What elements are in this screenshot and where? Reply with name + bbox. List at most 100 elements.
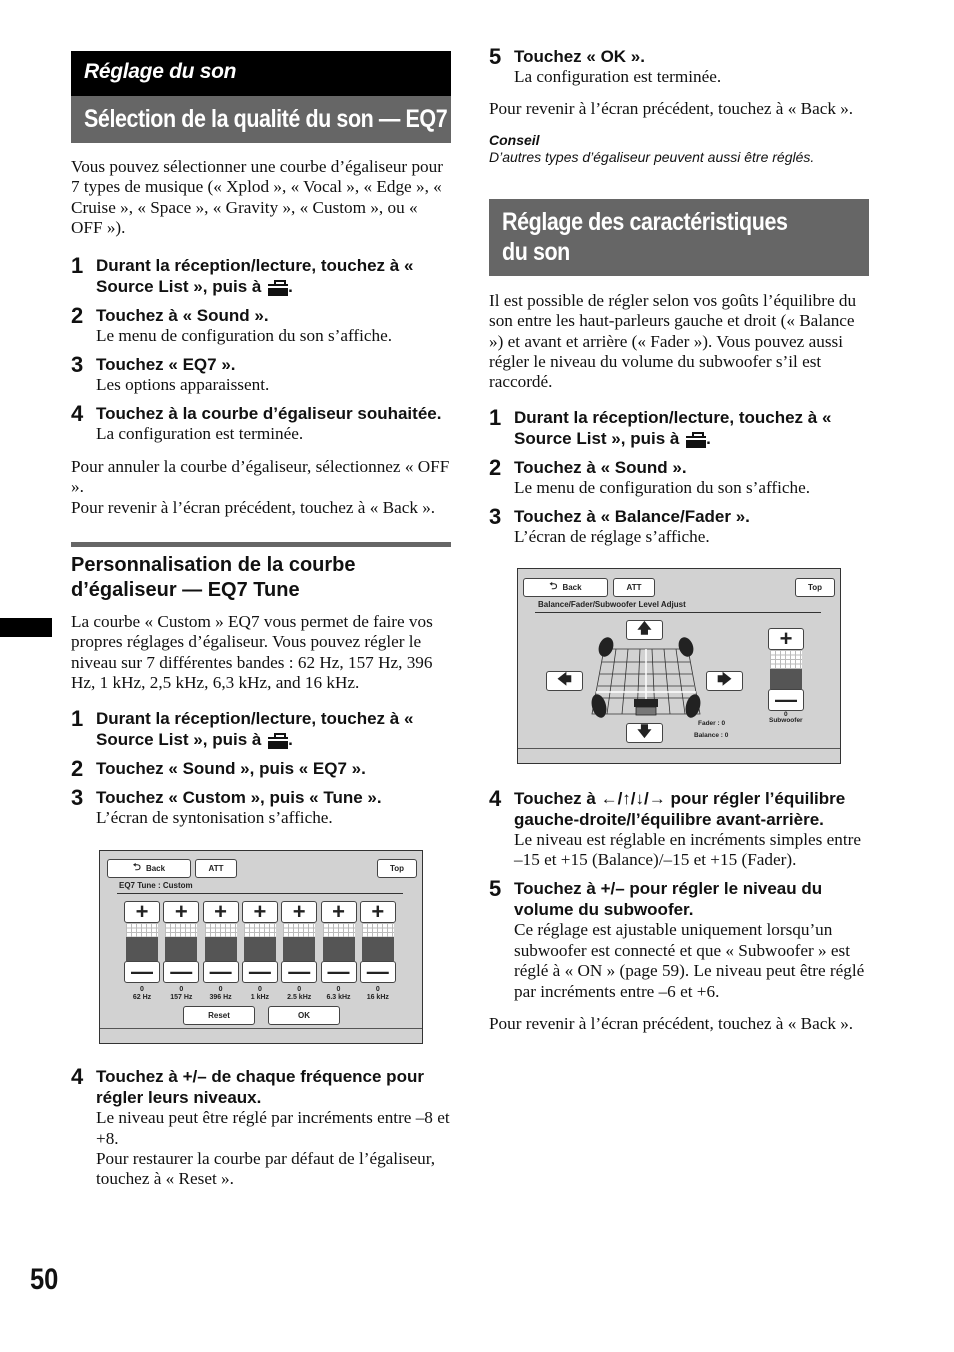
band-minus-button[interactable]: —: [124, 961, 160, 984]
subsection-intro: La courbe « Custom » EQ7 vous permet de …: [71, 612, 433, 693]
band-minus-button[interactable]: —: [281, 961, 318, 984]
band-frequency-label: 2.5 kHz: [287, 994, 312, 1002]
balance-step-5: 5 Touchez à +/– pour régler le niveau du…: [489, 876, 865, 1001]
category-banner: Réglage du son: [71, 51, 451, 96]
section-title-balance: Réglage des caractéristiques du son: [489, 198, 869, 276]
arrow-down-icon: 🡇: [637, 722, 652, 739]
section-title: Sélection de la qualité du son — EQ7: [71, 96, 451, 143]
back-note: Pour revenir à l’écran précédent, touche…: [489, 99, 854, 119]
band-level-bar: [361, 937, 394, 962]
band-plus-button[interactable]: +: [202, 901, 239, 924]
band-level-grid: [165, 923, 198, 938]
band-minus-button[interactable]: —: [241, 961, 278, 984]
balance-right-button[interactable]: 🡆: [706, 670, 743, 691]
section-tab-marker: [0, 618, 52, 637]
screen-title: EQ7 Tune : Custom: [119, 881, 193, 891]
balance-readout: Balance : 0: [694, 731, 729, 739]
back-button[interactable]: ⮌ Back: [523, 577, 608, 597]
band-frequency-label: 6.3 kHz: [326, 994, 351, 1002]
back-arrow-icon: ⮌: [549, 580, 558, 592]
cancel-note: Pour annuler la courbe d’égaliseur, séle…: [71, 456, 450, 497]
band-level-bar: [204, 937, 237, 962]
top-button[interactable]: Top: [795, 577, 835, 597]
band-plus-button[interactable]: +: [281, 901, 318, 924]
ok-button[interactable]: OK: [268, 1006, 340, 1026]
band-level-bar: [243, 937, 276, 962]
toolbox-icon: [268, 732, 289, 749]
subwoofer-level-control: + —: [768, 627, 804, 711]
title-rule: [117, 893, 403, 895]
eq-band-2: + —: [202, 901, 239, 984]
fader-down-button[interactable]: 🡇: [626, 722, 663, 743]
eq-step-2: 2 Touchez « Sound », puis « EQ7 ».: [71, 755, 366, 781]
band-minus-button[interactable]: —: [202, 961, 239, 984]
arrow-left-icon: 🡄: [557, 670, 572, 687]
band-level-grid: [361, 923, 394, 938]
band-plus-button[interactable]: +: [359, 901, 396, 924]
eq-step-4: 4 Touchez à +/– de chaque fréquence pour…: [71, 1064, 450, 1189]
arrow-right-icon: 🡆: [717, 670, 732, 687]
back-note-2: Pour revenir à l’écran précédent, touche…: [489, 1014, 854, 1034]
eq-band-1: + —: [163, 901, 200, 984]
reset-button[interactable]: Reset: [183, 1006, 255, 1026]
subwoofer-plus-button[interactable]: +: [768, 627, 804, 650]
balance-left-button[interactable]: 🡄: [546, 670, 583, 691]
tip-label: Conseil: [489, 131, 540, 148]
back-note: Pour revenir à l’écran précédent, touche…: [71, 497, 436, 517]
subwoofer-level-grid: [770, 649, 802, 669]
band-level-grid: [204, 923, 237, 938]
subwoofer-minus-button[interactable]: —: [768, 688, 804, 711]
eq-band-5: + —: [320, 901, 357, 984]
att-button[interactable]: ATT: [613, 577, 655, 597]
tip-text: D’autres types d’égaliseur peuvent aussi…: [489, 148, 815, 165]
band-plus-button[interactable]: +: [241, 901, 278, 924]
subsection-rule: [71, 542, 451, 548]
band-frequency-label: 396 Hz: [209, 994, 232, 1002]
balance-step-1: 1 Durant la réception/lecture, touchez à…: [489, 404, 832, 448]
step-4: 4 Touchez à la courbe d’égaliseur souhai…: [71, 401, 442, 444]
eq-step-5: 5 Touchez « OK ». La configuration est t…: [489, 44, 722, 86]
eq-band-6: + —: [359, 901, 396, 984]
band-level-bar: [322, 937, 355, 962]
subsection-title: Personnalisation de la courbe d’égaliseu…: [71, 554, 356, 602]
band-frequency-label: 157 Hz: [170, 994, 193, 1002]
top-button[interactable]: Top: [377, 859, 417, 879]
band-plus-button[interactable]: +: [163, 901, 200, 924]
band-level-grid: [126, 923, 158, 938]
subwoofer-level-bar: [770, 668, 802, 689]
att-button[interactable]: ATT: [195, 859, 237, 879]
eq-band-3: + —: [241, 901, 278, 984]
band-minus-button[interactable]: —: [359, 961, 396, 984]
back-arrow-icon: ⮌: [132, 862, 141, 874]
band-minus-button[interactable]: —: [163, 961, 200, 984]
eq-step-1: 1 Durant la réception/lecture, touchez à…: [71, 705, 414, 749]
toolbox-icon: [268, 279, 289, 296]
band-minus-button[interactable]: —: [320, 961, 357, 984]
back-button[interactable]: ⮌ Back: [107, 859, 191, 879]
balance-step-3: 3 Touchez à « Balance/Fader ». L’écran d…: [489, 504, 750, 547]
step-3: 3 Touchez « EQ7 ». Les options apparaiss…: [71, 352, 270, 395]
page-number: 50: [30, 1263, 59, 1296]
band-plus-button[interactable]: +: [124, 901, 160, 924]
eq-band-4: + —: [281, 901, 318, 984]
status-bar: [518, 747, 840, 763]
left-column: Réglage du son Sélection de la qualité d…: [71, 51, 451, 1190]
band-frequency-label: 1 kHz: [250, 994, 270, 1002]
eq-band-0: + —: [124, 901, 160, 984]
toolbox-icon: [686, 431, 707, 448]
balance-intro: Il est possible de régler selon vos goût…: [489, 290, 857, 392]
intro-paragraph: Vous pouvez sélectionner une courbe d’ég…: [71, 157, 443, 238]
eq-step-3: 3 Touchez « Custom », puis « Tune ». L’é…: [71, 784, 382, 827]
band-level-grid: [322, 923, 355, 938]
band-frequency-label: 62 Hz: [132, 994, 152, 1002]
band-plus-button[interactable]: +: [320, 901, 357, 924]
band-frequency-label: 16 kHz: [366, 994, 389, 1002]
subwoofer-label: Subwoofer: [769, 716, 803, 724]
band-level-bar: [126, 937, 158, 962]
title-rule: [535, 611, 821, 613]
band-level-grid: [243, 923, 276, 938]
eq7-tune-screen: ⮌ Back ATT Top EQ7 Tune : Custom + —0 62 Hz…: [99, 850, 423, 1045]
screen-title: Balance/Fader/Subwoofer Level Adjust: [538, 599, 686, 609]
step-1: 1 Durant la réception/lecture, touchez à…: [71, 252, 414, 296]
band-level-grid: [283, 923, 316, 938]
